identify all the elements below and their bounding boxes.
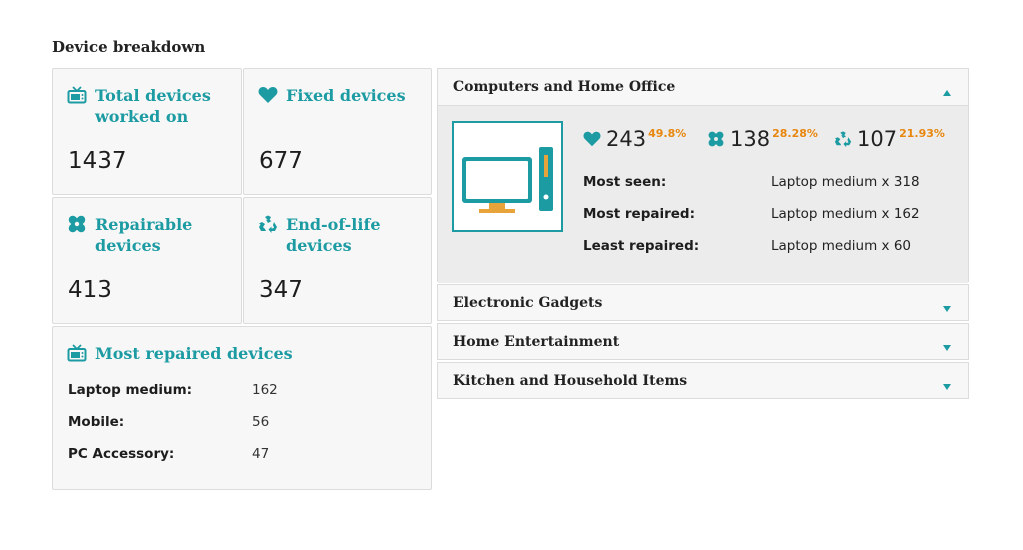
stat-repairable: 138 28.28% [707,127,818,151]
accordion-home-entertainment: Home Entertainment [437,323,969,360]
computer-icon [452,121,563,232]
chevron-down-icon [943,345,951,351]
tv-icon [67,86,87,104]
bandage-icon [68,215,86,233]
info-row-most-seen: Most seen: Laptop medium x 318 [583,174,920,190]
repairable-devices-title: Repairable devices [95,215,193,255]
accordion-body-computers: 243 49.8% 138 28.28% 107 21.93% Most see… [438,105,968,283]
list-item: PC Accessory: 47 [68,446,270,462]
most-repaired-card: Most repaired devices Laptop medium: 162 … [52,326,432,490]
stat-fixed: 243 49.8% [583,127,686,151]
eol-devices-title: End-of-life devices [286,215,381,255]
total-devices-title: Total devices worked on [95,86,211,126]
info-row-most-repaired: Most repaired: Laptop medium x 162 [583,206,920,222]
info-row-least-repaired: Least repaired: Laptop medium x 60 [583,238,912,254]
accordion-computers: Computers and Home Office 243 49.8% 138 … [437,68,969,283]
list-item: Mobile: 56 [68,414,270,430]
accordion-electronic-gadgets: Electronic Gadgets [437,284,969,321]
stat-eol: 107 21.93% [834,127,945,151]
page-title: Device breakdown [52,38,206,56]
chevron-up-icon [943,90,951,96]
accordion-header-home-entertainment[interactable]: Home Entertainment [438,324,968,360]
accordion-kitchen-household: Kitchen and Household Items [437,362,969,399]
accordion-header-computers[interactable]: Computers and Home Office [438,69,968,105]
accordion-header-kitchen-household[interactable]: Kitchen and Household Items [438,363,968,399]
chevron-down-icon [943,306,951,312]
total-devices-value: 1437 [68,148,127,174]
repairable-devices-value: 413 [68,277,112,303]
tv-icon [67,344,87,362]
fixed-devices-title: Fixed devices [286,86,406,105]
chevron-down-icon [943,384,951,390]
recycle-icon [834,131,852,148]
recycle-icon [259,215,277,233]
total-devices-card: Total devices worked on 1437 [52,68,242,195]
bandage-icon [708,131,724,147]
eol-devices-card: End-of-life devices 347 [243,197,432,324]
accordion-header-electronic-gadgets[interactable]: Electronic Gadgets [438,285,968,321]
fixed-devices-card: Fixed devices 677 [243,68,432,195]
fixed-devices-value: 677 [259,148,303,174]
list-item: Laptop medium: 162 [68,382,278,398]
eol-devices-value: 347 [259,277,303,303]
most-repaired-title: Most repaired devices [95,344,293,363]
repairable-devices-card: Repairable devices 413 [52,197,242,324]
heart-icon [258,87,278,103]
heart-icon [583,131,601,147]
